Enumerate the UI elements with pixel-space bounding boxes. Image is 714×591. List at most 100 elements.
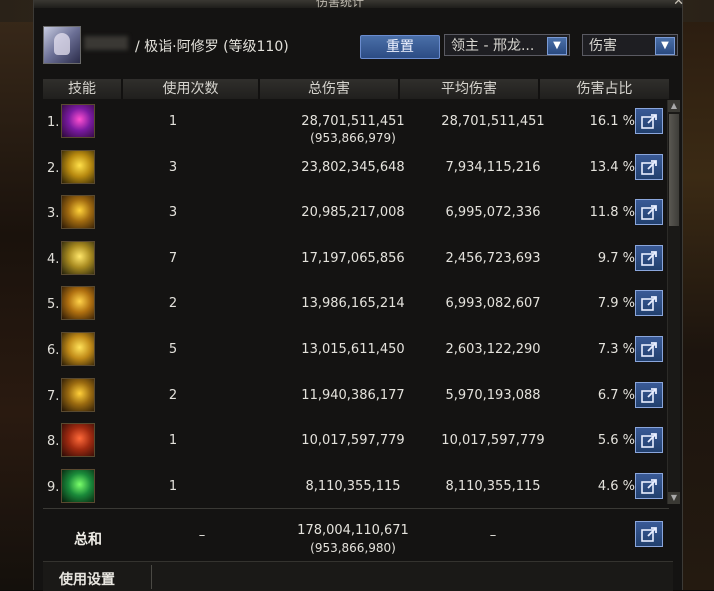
reset-button[interactable]: 重置 [360, 35, 440, 59]
row-rank: 5. [47, 297, 60, 313]
character-avatar [43, 26, 81, 64]
row-total-damage: 13,015,611,450 [301, 342, 405, 357]
table-row: 3. 3 20,985,217,008 6,995,072,336 11.8 % [43, 191, 669, 237]
share-button[interactable] [635, 427, 663, 454]
column-header-average-damage[interactable]: 平均伤害 [400, 79, 540, 99]
share-button[interactable] [635, 290, 663, 317]
row-uses: 5 [168, 342, 178, 357]
table-row: 2. 3 23,802,345,648 7,934,115,216 13.4 % [43, 146, 669, 192]
red-flame-skill-icon [61, 423, 95, 458]
table-scrollbar[interactable]: ▲ ▼ [667, 100, 680, 504]
share-icon [641, 114, 657, 129]
row-rank: 9. [47, 479, 60, 495]
share-icon [641, 342, 657, 357]
table-row: 6. 5 13,015,611,450 2,603,122,290 7.3 % [43, 328, 669, 374]
yellow-ring-skill-icon [61, 286, 95, 321]
share-icon [641, 478, 657, 494]
row-damage-share: 11.8 % [589, 205, 635, 221]
row-total-sub: (953,866,979) [310, 131, 396, 145]
chevron-down-icon[interactable]: ▼ [655, 37, 675, 55]
column-header-skill[interactable]: 技能 [43, 79, 123, 99]
row-average-damage: 7,934,115,216 [445, 159, 541, 175]
scroll-down-icon[interactable]: ▼ [668, 492, 680, 504]
row-total-damage: 11,940,386,177 [301, 387, 405, 403]
target-select[interactable]: 领主 - 邢龙... ▼ [444, 34, 570, 56]
scroll-up-icon[interactable]: ▲ [668, 100, 680, 112]
bottom-bar: 使用设置 [43, 561, 673, 591]
row-average-damage: 10,017,597,779 [441, 433, 545, 449]
row-average-damage: 6,995,072,336 [445, 205, 541, 221]
share-button[interactable] [635, 199, 663, 226]
share-icon [641, 387, 657, 403]
row-rank: 7. [47, 388, 60, 404]
close-icon[interactable]: ✕ [673, 0, 684, 9]
green-lightning-skill-icon [61, 468, 95, 503]
title-bar[interactable]: 伤害统计 ✕ [34, 0, 684, 9]
character-name: / 极诣·阿修罗 (等级110) [135, 39, 289, 55]
yellow-wave-skill-icon [61, 195, 95, 230]
row-average-damage: 8,110,355,115 [445, 478, 541, 494]
row-total-damage: 10,017,597,779 [301, 433, 405, 449]
row-uses: 1 [168, 114, 178, 129]
row-rank: 6. [47, 343, 60, 358]
row-damage-share: 13.4 % [589, 159, 635, 175]
row-damage-share: 4.6 % [597, 478, 635, 494]
divider [151, 565, 152, 589]
share-icon [641, 527, 657, 542]
yellow-spiral-skill-icon [61, 149, 95, 184]
share-icon [641, 205, 657, 220]
column-header-damage-share[interactable]: 伤害占比 [540, 79, 669, 99]
row-damage-share: 7.3 % [597, 342, 635, 357]
row-average-damage: 2,603,122,290 [445, 342, 541, 357]
column-header-uses[interactable]: 使用次数 [123, 79, 260, 99]
row-uses: 2 [168, 387, 178, 403]
row-rank: 2. [47, 160, 60, 176]
column-header-total-damage[interactable]: 总伤害 [260, 79, 400, 99]
row-average-damage: 28,701,511,451 [441, 114, 545, 129]
row-total-damage: 28,701,511,451 [301, 114, 405, 129]
share-icon [641, 433, 657, 448]
row-rank: 4. [47, 251, 60, 267]
row-total-damage: 23,802,345,648 [301, 159, 405, 175]
scroll-thumb[interactable] [669, 114, 679, 226]
total-row-average-damage: – [489, 528, 497, 543]
row-total-damage: 13,986,165,214 [301, 296, 405, 312]
blurred-player-name [84, 36, 128, 50]
share-button[interactable] [635, 336, 663, 362]
row-uses: 1 [168, 433, 178, 449]
damage-table: 技能 使用次数 总伤害 平均伤害 伤害占比 1. 1 28,701,511,451 (… [43, 79, 669, 503]
share-button[interactable] [635, 244, 663, 271]
share-button[interactable] [635, 381, 663, 408]
damage-stats-window: 伤害统计 ✕ / 极诣·阿修罗 (等级110) 重置 领主 - 邢龙... ▼ … [33, 0, 684, 591]
row-uses: 1 [168, 478, 178, 494]
row-damage-share: 7.9 % [597, 296, 635, 312]
row-average-damage: 5,970,193,088 [445, 387, 541, 403]
row-damage-share: 6.7 % [597, 387, 635, 403]
metric-select-value: 伤害 [589, 38, 617, 54]
yellow-blade-skill-icon [61, 377, 95, 412]
window-title: 伤害统计 [316, 0, 365, 9]
table-header: 技能 使用次数 总伤害 平均伤害 伤害占比 [43, 79, 669, 99]
table-row: 7. 2 11,940,386,177 5,970,193,088 6.7 % [43, 374, 669, 420]
row-damage-share: 5.6 % [597, 433, 635, 449]
row-average-damage: 6,993,082,607 [445, 296, 541, 312]
share-button[interactable] [635, 153, 663, 180]
usage-settings-tab[interactable]: 使用设置 [59, 569, 115, 589]
row-damage-share: 16.1 % [589, 114, 635, 129]
row-uses: 3 [168, 205, 178, 221]
share-button[interactable] [635, 472, 663, 499]
row-damage-share: 9.7 % [597, 250, 635, 266]
share-button[interactable] [635, 108, 663, 134]
row-total-damage: 20,985,217,008 [301, 205, 405, 221]
share-icon [641, 296, 657, 312]
row-average-damage: 2,456,723,693 [445, 250, 541, 266]
row-total-damage: 17,197,065,856 [301, 250, 405, 266]
metric-select[interactable]: 伤害 ▼ [582, 34, 678, 56]
share-icon [641, 250, 657, 266]
table-row: 4. 7 17,197,065,856 2,456,723,693 9.7 % [43, 237, 669, 283]
total-row-label: 总和 [74, 532, 102, 548]
share-total-button[interactable] [635, 521, 663, 547]
yellow-burst-skill-icon [61, 332, 95, 366]
chevron-down-icon[interactable]: ▼ [547, 37, 567, 55]
row-uses: 3 [168, 159, 178, 175]
